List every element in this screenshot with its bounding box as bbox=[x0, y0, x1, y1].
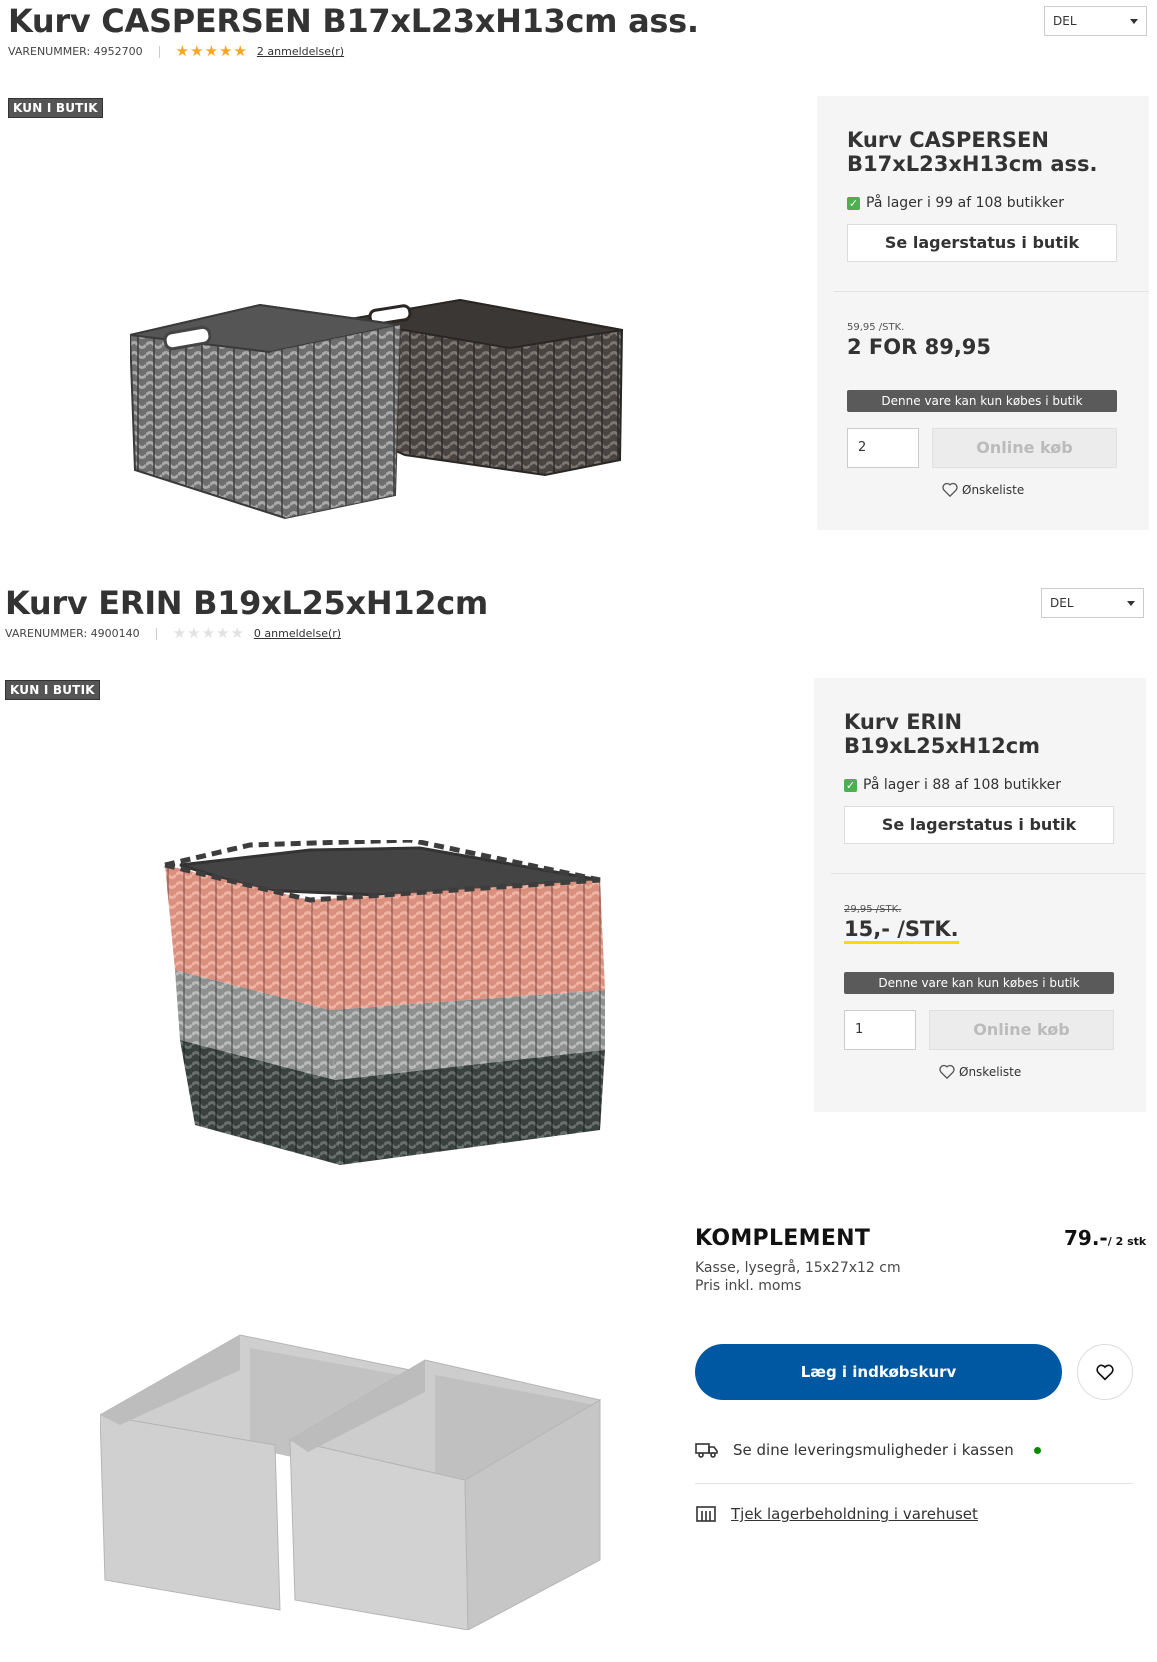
old-price: 29,95 /STK. bbox=[844, 904, 902, 915]
check-store-stock-button[interactable]: Se lagerstatus i butik bbox=[847, 224, 1117, 262]
wishlist-label: Ønskeliste bbox=[959, 1064, 1022, 1079]
wishlist-button[interactable]: Ønskeliste bbox=[939, 1064, 1021, 1079]
divider bbox=[695, 1483, 1133, 1484]
share-dropdown[interactable]: DEL bbox=[1041, 588, 1144, 618]
share-dropdown[interactable]: DEL bbox=[1044, 6, 1147, 36]
price: 15,- /STK. bbox=[844, 917, 959, 944]
ikea-price-value: 79.- bbox=[1064, 1226, 1108, 1250]
star-icon: ★ bbox=[187, 624, 201, 642]
meta-divider bbox=[155, 627, 157, 640]
price-value: 15,- /STK. bbox=[844, 917, 959, 944]
quantity-field[interactable]: 1 bbox=[844, 1010, 916, 1050]
product-meta: VARENUMMER: 4952700 ★ ★ ★ ★ ★ 2 anmeldel… bbox=[8, 44, 344, 59]
unit-price: 59,95 /STK. bbox=[847, 322, 905, 333]
product-meta: VARENUMMER: 4900140 ★ ★ ★ ★ ★ 0 anmeldel… bbox=[5, 626, 341, 641]
ikea-tax-note: Pris inkl. moms bbox=[695, 1278, 802, 1294]
chevron-down-icon bbox=[1130, 18, 1138, 24]
divider bbox=[834, 291, 1149, 292]
star-icon: ★ bbox=[204, 42, 219, 60]
ikea-product-description: Kasse, lysegrå, 15x27x12 cm Pris inkl. m… bbox=[695, 1259, 901, 1295]
checkmark-icon: ✓ bbox=[844, 778, 857, 792]
store-icon bbox=[696, 1506, 716, 1522]
panel-title-line: B19xL25xH12cm bbox=[844, 734, 1041, 758]
rating-stars: ★ ★ ★ ★ ★ bbox=[173, 626, 244, 641]
ikea-price: 79.-/ 2 stk bbox=[1064, 1226, 1146, 1250]
star-icon: ★ bbox=[175, 42, 190, 60]
price: 2 FOR 89,95 bbox=[847, 335, 992, 359]
star-icon: ★ bbox=[230, 624, 244, 642]
stock-check-link[interactable]: Tjek lagerbeholdning i varehuset bbox=[731, 1505, 978, 1523]
reviews-link[interactable]: 0 anmeldelse(r) bbox=[254, 627, 341, 640]
heart-icon bbox=[939, 1064, 955, 1079]
store-only-notice: Denne vare kan kun købes i butik bbox=[847, 390, 1117, 412]
wishlist-button[interactable]: Ønskeliste bbox=[942, 482, 1024, 497]
ikea-price-unit: / 2 stk bbox=[1107, 1235, 1147, 1248]
stock-status: ✓ På lager i 99 af 108 butikker bbox=[847, 195, 1064, 211]
store-only-badge: KUN I BUTIK bbox=[5, 680, 100, 700]
product-image[interactable] bbox=[160, 840, 610, 1180]
chevron-down-icon bbox=[1127, 600, 1135, 606]
heart-icon bbox=[1096, 1364, 1114, 1381]
panel-title-line: Kurv CASPERSEN bbox=[847, 128, 1049, 152]
panel-title-line: Kurv ERIN bbox=[844, 710, 963, 734]
panel-title-line: B17xL23xH13cm ass. bbox=[847, 152, 1098, 176]
rating-stars: ★ ★ ★ ★ ★ bbox=[176, 44, 247, 59]
product-image[interactable] bbox=[100, 1330, 605, 1630]
wishlist-label: Ønskeliste bbox=[962, 482, 1025, 497]
product-title: Kurv CASPERSEN B17xL23xH13cm ass. bbox=[8, 2, 699, 40]
reviews-link[interactable]: 2 anmeldelse(r) bbox=[257, 45, 344, 58]
sku-label: VARENUMMER: 4900140 bbox=[5, 627, 140, 640]
panel-title: Kurv CASPERSEN B17xL23xH13cm ass. bbox=[847, 128, 1098, 176]
stock-text: På lager i 88 af 108 butikker bbox=[863, 777, 1061, 793]
share-label: DEL bbox=[1050, 596, 1074, 610]
star-icon: ★ bbox=[172, 624, 187, 642]
panel-title: Kurv ERIN B19xL25xH12cm bbox=[844, 710, 1040, 758]
product-image[interactable] bbox=[130, 290, 630, 550]
meta-divider bbox=[158, 45, 160, 58]
ikea-product-name: KOMPLEMENT bbox=[695, 1226, 871, 1251]
star-icon: ★ bbox=[216, 624, 230, 642]
delivery-text: Se dine leveringsmuligheder i kassen bbox=[733, 1441, 1014, 1459]
status-dot-icon bbox=[1033, 1446, 1041, 1454]
star-icon: ★ bbox=[219, 42, 233, 60]
truck-icon bbox=[695, 1443, 718, 1458]
store-only-notice: Denne vare kan kun købes i butik bbox=[844, 972, 1114, 994]
share-label: DEL bbox=[1053, 14, 1077, 28]
ikea-description-text: Kasse, lysegrå, 15x27x12 cm bbox=[695, 1260, 901, 1276]
star-icon: ★ bbox=[190, 42, 204, 60]
favorite-button[interactable] bbox=[1077, 1344, 1133, 1400]
checkmark-icon: ✓ bbox=[847, 196, 860, 210]
star-icon: ★ bbox=[201, 624, 216, 642]
stock-check-row[interactable]: Tjek lagerbeholdning i varehuset bbox=[695, 1505, 978, 1523]
sku-label: VARENUMMER: 4952700 bbox=[8, 45, 143, 58]
store-only-badge: KUN I BUTIK bbox=[8, 98, 103, 118]
heart-icon bbox=[942, 482, 958, 497]
check-store-stock-button[interactable]: Se lagerstatus i butik bbox=[844, 806, 1114, 844]
stock-text: På lager i 99 af 108 butikker bbox=[866, 195, 1064, 211]
star-icon: ★ bbox=[233, 42, 247, 60]
product-title: Kurv ERIN B19xL25xH12cm bbox=[5, 584, 488, 622]
online-buy-button[interactable]: Online køb bbox=[929, 1010, 1114, 1050]
quantity-field[interactable]: 2 bbox=[847, 428, 919, 468]
delivery-info: Se dine leveringsmuligheder i kassen bbox=[695, 1441, 1041, 1459]
online-buy-button[interactable]: Online køb bbox=[932, 428, 1117, 468]
stock-status: ✓ På lager i 88 af 108 butikker bbox=[844, 777, 1061, 793]
divider bbox=[831, 873, 1146, 874]
add-to-cart-button[interactable]: Læg i indkøbskurv bbox=[695, 1344, 1062, 1400]
